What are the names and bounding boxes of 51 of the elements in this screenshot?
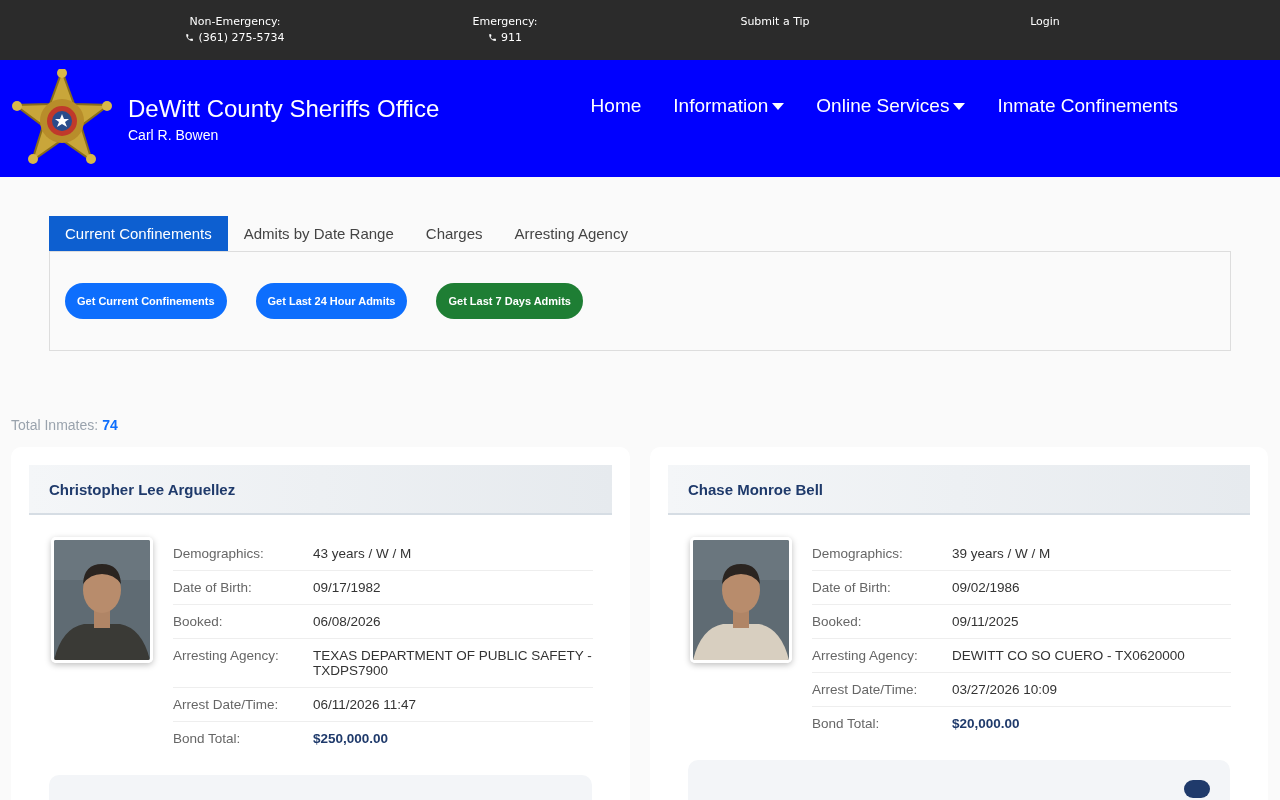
- inmate-name[interactable]: Christopher Lee Arguellez: [49, 480, 236, 498]
- nav-link[interactable]: Online Services: [816, 95, 966, 117]
- field-label: Demographics:: [812, 546, 904, 561]
- field-value: 09/02/1986: [952, 580, 1021, 595]
- field-label: Bond Total:: [173, 731, 242, 746]
- field-label: Date of Birth:: [812, 580, 892, 595]
- field-label: Arresting Agency:: [812, 648, 919, 663]
- nav-link[interactable]: Information: [673, 95, 785, 117]
- field-label: Arrest Date/Time:: [173, 697, 280, 712]
- top-bar-link[interactable]: Emergency:: [472, 15, 538, 28]
- nav-link[interactable]: Inmate Confinements: [997, 95, 1178, 117]
- field-label: Bond Total:: [812, 716, 881, 731]
- field-value: 09/11/2025: [952, 614, 1020, 629]
- field-value: 03/27/2026 10:09: [952, 682, 1059, 697]
- total-count: 74: [102, 417, 118, 433]
- field-value: 43 years / W / M: [313, 546, 413, 561]
- field-value: $20,000.00: [952, 716, 1021, 731]
- field-value: TEXAS DEPARTMENT OF PUBLIC SAFETY - TXDPS7900: [313, 648, 593, 678]
- caret-icon: [953, 102, 966, 110]
- tab[interactable]: Charges: [409, 216, 499, 251]
- site-subtitle: Carl R. Bowen: [128, 126, 220, 143]
- top-bar-link[interactable]: Non-Emergency:: [189, 15, 281, 28]
- phone-icon: [488, 33, 497, 42]
- tab[interactable]: Admits by Date Range: [227, 216, 410, 251]
- tab[interactable]: Current Confinements: [49, 216, 228, 251]
- action-button[interactable]: Get Last 24 Hour Admits: [255, 283, 408, 319]
- tab[interactable]: Arresting Agency: [498, 216, 644, 251]
- field-value: 09/17/1982: [313, 580, 382, 595]
- phone-icon: [185, 33, 195, 42]
- field-label: Demographics:: [173, 546, 265, 561]
- phone-number[interactable]: (361) 275-5734: [185, 31, 285, 44]
- field-value: $250,000.00: [313, 731, 390, 746]
- field-value: DEWITT CO SO CUERO - TX0620000: [952, 648, 1186, 663]
- site-title[interactable]: DeWitt County Sheriffs Office: [128, 94, 440, 123]
- phone-number[interactable]: 911: [488, 31, 522, 44]
- caret-icon: [772, 102, 785, 110]
- top-bar-link[interactable]: Submit a Tip: [740, 15, 810, 28]
- total-label: Total Inmates:: [11, 417, 99, 433]
- field-label: Arrest Date/Time:: [812, 682, 919, 697]
- field-label: Arresting Agency:: [173, 648, 280, 665]
- nav-link[interactable]: Home: [590, 95, 642, 117]
- inmate-name[interactable]: Chase Monroe Bell: [688, 480, 824, 498]
- top-bar-link[interactable]: Login: [1030, 15, 1060, 28]
- field-label: Booked:: [812, 614, 863, 629]
- field-value: 39 years / W / M: [952, 546, 1052, 561]
- field-value: 06/08/2026: [313, 614, 382, 629]
- action-button[interactable]: Get Last 7 Days Admits: [436, 283, 583, 319]
- field-label: Booked:: [173, 614, 224, 629]
- action-button[interactable]: Get Current Confinements: [65, 283, 227, 319]
- field-label: Date of Birth:: [173, 580, 253, 595]
- field-value: 06/11/2026 11:47: [313, 697, 418, 712]
